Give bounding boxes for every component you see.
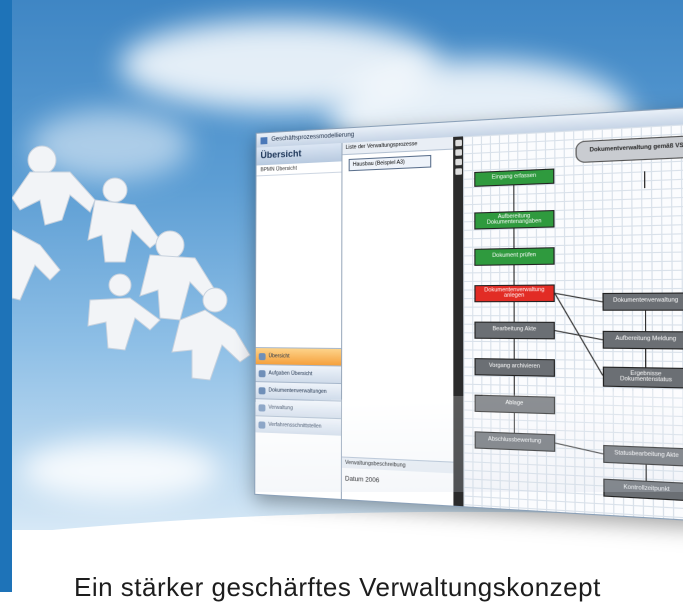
overview-icon [259, 353, 266, 360]
window-reflection [255, 387, 683, 492]
process-node[interactable]: Ergebnisse Dokumentenstatus [603, 367, 683, 389]
process-node[interactable]: Dokumentenverwaltung [602, 292, 683, 310]
nav-item-label: Dokumentenverwaltungen [268, 387, 326, 395]
app-icon [261, 137, 268, 144]
process-list-item[interactable]: Hausbau (Beispiel A3) [349, 155, 432, 171]
process-node[interactable]: Dokument prüfen [474, 247, 554, 266]
process-node[interactable]: Eingang erfassen [474, 168, 554, 186]
nav-item-label: Aufgaben Übersicht [268, 370, 312, 377]
nav-item-overview[interactable]: Übersicht [256, 347, 341, 365]
app-window-perspective: Geschäftsprozessmodellierung Übersicht B… [0, 0, 683, 592]
window-title: Geschäftsprozessmodellierung [271, 132, 354, 143]
tool-icon[interactable] [455, 149, 462, 156]
documents-icon [259, 387, 266, 394]
process-node[interactable]: Vorgang archivieren [474, 358, 555, 377]
tasks-icon [259, 370, 266, 377]
footer-tagline: Ein stärker geschärftes Verwaltungskonze… [74, 572, 601, 603]
tool-icon[interactable] [455, 159, 462, 166]
nav-item-label: Übersicht [269, 353, 290, 359]
tool-icon[interactable] [455, 168, 462, 175]
process-node[interactable]: Aufbereitung Meldung [603, 331, 683, 350]
brand-sidebar-stripe [0, 0, 12, 592]
process-node[interactable]: Bearbeitung Akte [474, 322, 554, 340]
process-node[interactable]: Dokumentenverwaltung anlegen [474, 284, 554, 302]
nav-item-tasks[interactable]: Aufgaben Übersicht [256, 364, 341, 383]
process-node[interactable]: Aufbereitung Dokumentenangaben [474, 210, 554, 230]
tool-icon[interactable] [455, 140, 462, 147]
